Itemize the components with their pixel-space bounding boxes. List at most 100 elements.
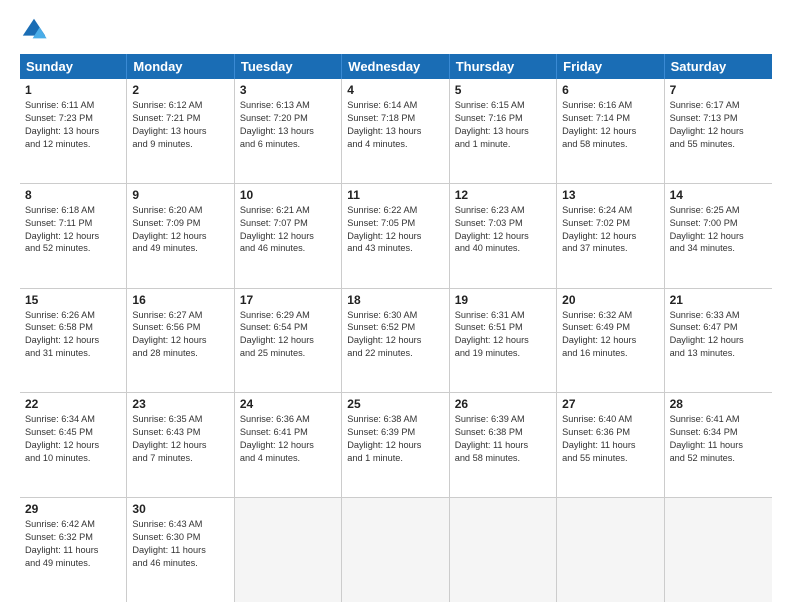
cell-info-line: Daylight: 11 hours bbox=[455, 439, 551, 452]
calendar-cell-day-3: 3Sunrise: 6:13 AMSunset: 7:20 PMDaylight… bbox=[235, 79, 342, 183]
calendar-cell-day-14: 14Sunrise: 6:25 AMSunset: 7:00 PMDayligh… bbox=[665, 184, 772, 288]
day-number: 26 bbox=[455, 397, 551, 411]
cell-info-line: and 1 minute. bbox=[347, 452, 443, 465]
day-number: 18 bbox=[347, 293, 443, 307]
cell-info-line: and 49 minutes. bbox=[25, 557, 121, 570]
cell-info-line: Daylight: 12 hours bbox=[562, 125, 658, 138]
cell-info-line: and 31 minutes. bbox=[25, 347, 121, 360]
cell-info-line: Sunrise: 6:41 AM bbox=[670, 413, 767, 426]
calendar-cell-empty bbox=[665, 498, 772, 602]
day-number: 7 bbox=[670, 83, 767, 97]
cell-info-line: and 28 minutes. bbox=[132, 347, 228, 360]
calendar-cell-day-26: 26 Sunrise: 6:39 AMSunset: 6:38 PMDayligh… bbox=[450, 393, 557, 497]
cell-info-line: and 22 minutes. bbox=[347, 347, 443, 360]
calendar-cell-day-9: 9Sunrise: 6:20 AMSunset: 7:09 PMDaylight… bbox=[127, 184, 234, 288]
day-number: 6 bbox=[562, 83, 658, 97]
cell-info-line: Sunrise: 6:12 AM bbox=[132, 99, 228, 112]
calendar-cell-day-4: 4Sunrise: 6:14 AMSunset: 7:18 PMDaylight… bbox=[342, 79, 449, 183]
cell-info-line: Daylight: 11 hours bbox=[562, 439, 658, 452]
cell-info-line: and 9 minutes. bbox=[132, 138, 228, 151]
cell-info-line: Sunrise: 6:13 AM bbox=[240, 99, 336, 112]
cell-info-line: and 58 minutes. bbox=[455, 452, 551, 465]
cell-info-line: Sunrise: 6:27 AM bbox=[132, 309, 228, 322]
cell-info-line: and 10 minutes. bbox=[25, 452, 121, 465]
weekday-header-thursday: Thursday bbox=[450, 54, 557, 79]
cell-info-line: and 49 minutes. bbox=[132, 242, 228, 255]
calendar-cell-day-23: 23Sunrise: 6:35 AMSunset: 6:43 PMDayligh… bbox=[127, 393, 234, 497]
calendar-cell-empty bbox=[557, 498, 664, 602]
cell-info-line: Daylight: 12 hours bbox=[562, 230, 658, 243]
cell-info-line: Sunrise: 6:14 AM bbox=[347, 99, 443, 112]
cell-info-line: Daylight: 11 hours bbox=[25, 544, 121, 557]
day-number: 22 bbox=[25, 397, 121, 411]
calendar-cell-day-25: 25Sunrise: 6:38 AMSunset: 6:39 PMDayligh… bbox=[342, 393, 449, 497]
cell-info-line: Sunset: 6:30 PM bbox=[132, 531, 228, 544]
cell-info-line: Sunset: 6:56 PM bbox=[132, 321, 228, 334]
cell-info-line: Sunrise: 6:22 AM bbox=[347, 204, 443, 217]
cell-info-line: Sunset: 6:52 PM bbox=[347, 321, 443, 334]
calendar-body: 1Sunrise: 6:11 AMSunset: 7:23 PMDaylight… bbox=[20, 79, 772, 602]
cell-info-line: Sunrise: 6:26 AM bbox=[25, 309, 121, 322]
cell-info-line: and 55 minutes. bbox=[562, 452, 658, 465]
calendar-cell-day-8: 8Sunrise: 6:18 AMSunset: 7:11 PMDaylight… bbox=[20, 184, 127, 288]
cell-info-line: Sunset: 7:20 PM bbox=[240, 112, 336, 125]
calendar-header: SundayMondayTuesdayWednesdayThursdayFrid… bbox=[20, 54, 772, 79]
calendar-cell-day-27: 27Sunrise: 6:40 AMSunset: 6:36 PMDayligh… bbox=[557, 393, 664, 497]
cell-info-line: Sunset: 6:34 PM bbox=[670, 426, 767, 439]
cell-info-line: and 12 minutes. bbox=[25, 138, 121, 151]
cell-info-line: Sunrise: 6:20 AM bbox=[132, 204, 228, 217]
cell-info-line: and 55 minutes. bbox=[670, 138, 767, 151]
cell-info-line: and 4 minutes. bbox=[240, 452, 336, 465]
day-number: 2 bbox=[132, 83, 228, 97]
day-number: 12 bbox=[455, 188, 551, 202]
cell-info-line: Daylight: 12 hours bbox=[25, 230, 121, 243]
cell-info-line: Sunrise: 6:11 AM bbox=[25, 99, 121, 112]
cell-info-line: and 1 minute. bbox=[455, 138, 551, 151]
calendar-cell-day-7: 7Sunrise: 6:17 AMSunset: 7:13 PMDaylight… bbox=[665, 79, 772, 183]
day-number: 11 bbox=[347, 188, 443, 202]
calendar-week-1: 1Sunrise: 6:11 AMSunset: 7:23 PMDaylight… bbox=[20, 79, 772, 184]
cell-info-line: and 34 minutes. bbox=[670, 242, 767, 255]
logo bbox=[20, 16, 52, 44]
cell-info-line: Sunset: 7:00 PM bbox=[670, 217, 767, 230]
cell-info-line: Daylight: 12 hours bbox=[347, 230, 443, 243]
weekday-header-wednesday: Wednesday bbox=[342, 54, 449, 79]
calendar-cell-empty bbox=[450, 498, 557, 602]
cell-info-line: Sunset: 6:41 PM bbox=[240, 426, 336, 439]
cell-info-line: Sunset: 7:05 PM bbox=[347, 217, 443, 230]
day-number: 25 bbox=[347, 397, 443, 411]
cell-info-line: Sunrise: 6:34 AM bbox=[25, 413, 121, 426]
day-number: 23 bbox=[132, 397, 228, 411]
cell-info-line: Daylight: 12 hours bbox=[347, 334, 443, 347]
cell-info-line: Sunset: 6:45 PM bbox=[25, 426, 121, 439]
cell-info-line: Sunset: 6:32 PM bbox=[25, 531, 121, 544]
calendar-week-4: 22Sunrise: 6:34 AMSunset: 6:45 PMDayligh… bbox=[20, 393, 772, 498]
cell-info-line: Sunset: 7:09 PM bbox=[132, 217, 228, 230]
cell-info-line: Sunrise: 6:33 AM bbox=[670, 309, 767, 322]
cell-info-line: Sunset: 6:38 PM bbox=[455, 426, 551, 439]
cell-info-line: Daylight: 12 hours bbox=[25, 439, 121, 452]
cell-info-line: Sunrise: 6:39 AM bbox=[455, 413, 551, 426]
cell-info-line: Sunset: 7:16 PM bbox=[455, 112, 551, 125]
day-number: 20 bbox=[562, 293, 658, 307]
cell-info-line: Sunrise: 6:38 AM bbox=[347, 413, 443, 426]
cell-info-line: and 52 minutes. bbox=[670, 452, 767, 465]
cell-info-line: Sunset: 6:54 PM bbox=[240, 321, 336, 334]
cell-info-line: and 46 minutes. bbox=[132, 557, 228, 570]
calendar-cell-day-15: 15Sunrise: 6:26 AMSunset: 6:58 PMDayligh… bbox=[20, 289, 127, 393]
cell-info-line: Daylight: 11 hours bbox=[670, 439, 767, 452]
calendar-cell-day-1: 1Sunrise: 6:11 AMSunset: 7:23 PMDaylight… bbox=[20, 79, 127, 183]
cell-info-line: Sunset: 6:58 PM bbox=[25, 321, 121, 334]
cell-info-line: Sunset: 7:07 PM bbox=[240, 217, 336, 230]
calendar-cell-day-28: 28Sunrise: 6:41 AMSunset: 6:34 PMDayligh… bbox=[665, 393, 772, 497]
cell-info-line: Daylight: 12 hours bbox=[25, 334, 121, 347]
cell-info-line: and 6 minutes. bbox=[240, 138, 336, 151]
cell-info-line: Daylight: 12 hours bbox=[670, 125, 767, 138]
cell-info-line: Daylight: 12 hours bbox=[240, 334, 336, 347]
cell-info-line: and 25 minutes. bbox=[240, 347, 336, 360]
calendar-cell-day-13: 13Sunrise: 6:24 AMSunset: 7:02 PMDayligh… bbox=[557, 184, 664, 288]
day-number: 3 bbox=[240, 83, 336, 97]
cell-info-line: Sunrise: 6:23 AM bbox=[455, 204, 551, 217]
cell-info-line: Daylight: 12 hours bbox=[455, 230, 551, 243]
cell-info-line: Sunrise: 6:35 AM bbox=[132, 413, 228, 426]
